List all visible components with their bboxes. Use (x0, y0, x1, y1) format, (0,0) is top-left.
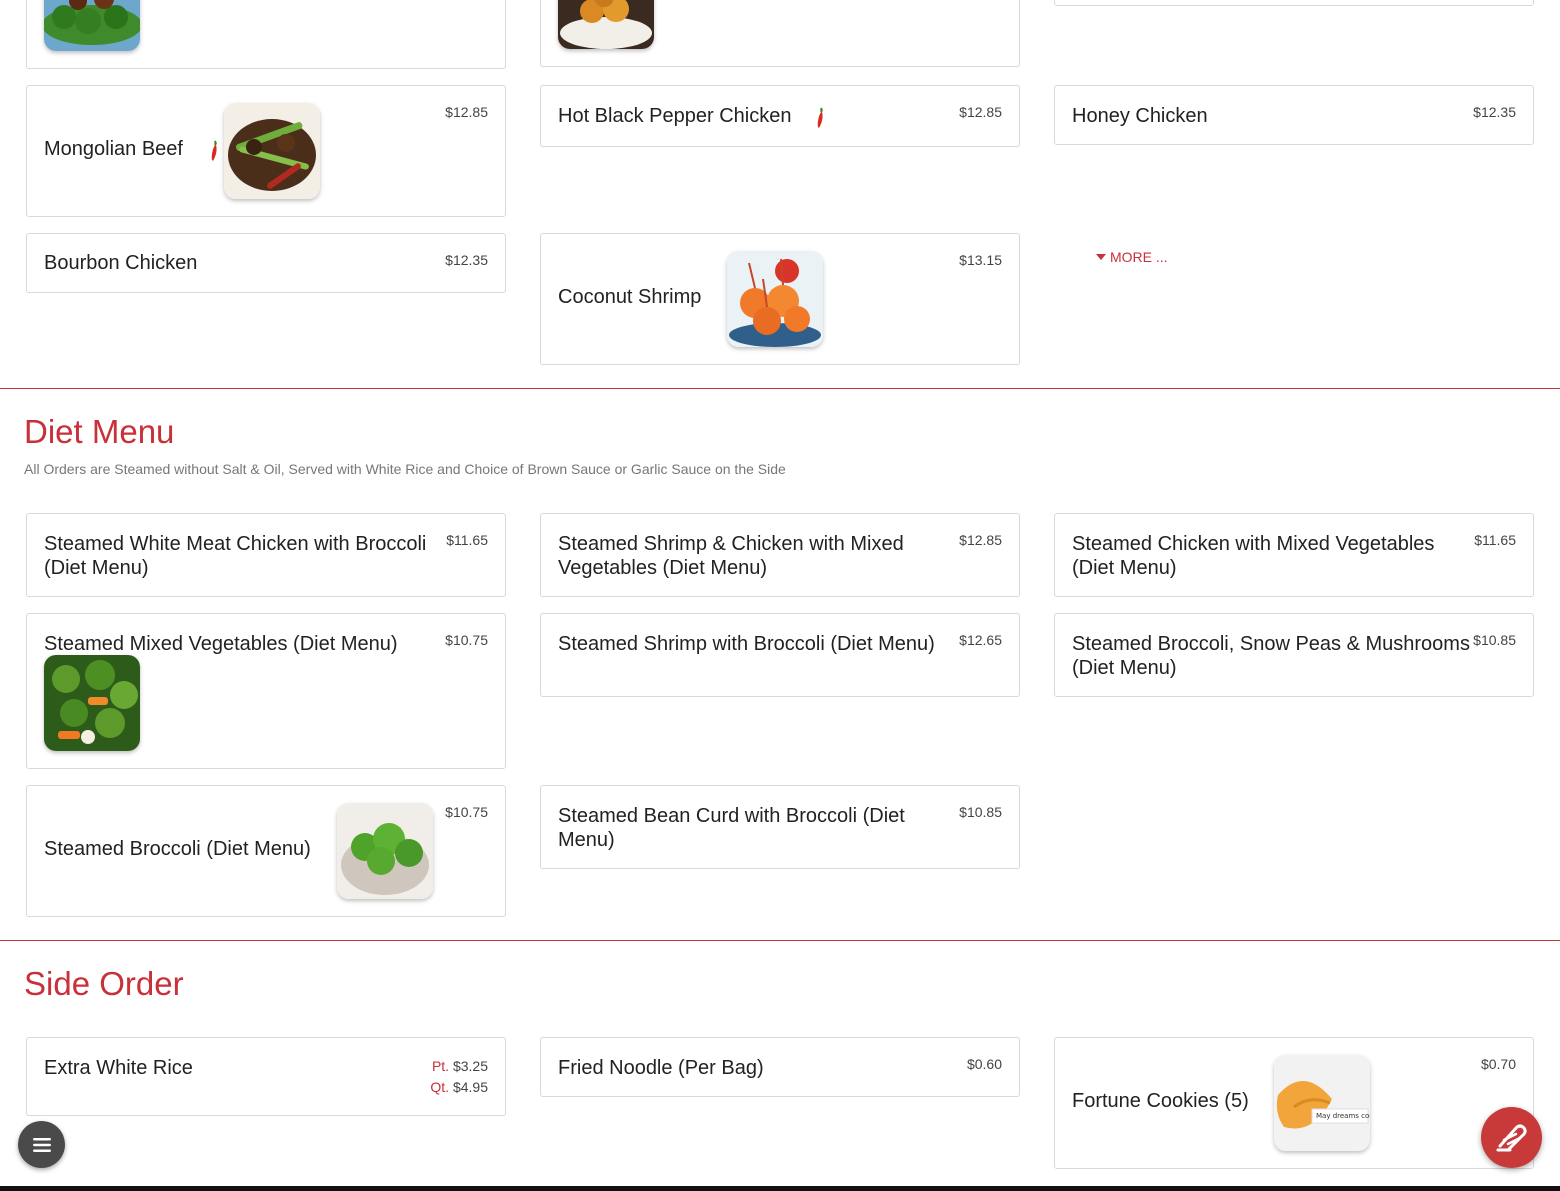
item-price: $12.35 (445, 252, 488, 268)
spicy-chili-icon (817, 107, 823, 128)
section-divider (0, 388, 1560, 389)
order-online-icon (1496, 1124, 1527, 1151)
more-label: MORE ... (1110, 249, 1168, 265)
mongolian-beef-photo (224, 103, 320, 199)
menu-item-card[interactable]: Steamed White Meat Chicken with Broccoli… (26, 513, 506, 597)
hamburger-menu-icon (32, 1137, 51, 1152)
size-price-row: Qt. $4.95 (430, 1077, 488, 1098)
item-price: $4.95 (452, 1079, 488, 1095)
menu-item-card[interactable]: Coconut Shrimp $13.15 (540, 233, 1020, 365)
menu-item-card[interactable]: Steamed Shrimp with Broccoli (Diet Menu)… (540, 613, 1020, 697)
item-price: $10.75 (445, 632, 488, 648)
spicy-chili-icon (211, 140, 217, 161)
item-name: Extra White Rice (44, 1057, 193, 1079)
item-price: $12.85 (959, 532, 1002, 548)
size-label: Pt. (431, 1058, 450, 1074)
item-name: Steamed Broccoli (Diet Menu) (44, 838, 311, 860)
section-divider (0, 940, 1560, 941)
chevron-down-icon (1096, 254, 1106, 260)
item-price: $12.35 (1473, 104, 1516, 120)
menu-item-card[interactable]: Hot Black Pepper Chicken $12.85 (540, 85, 1020, 147)
section-title-side-order: Side Order (24, 965, 184, 1002)
size-price-row: Pt. $3.25 (430, 1056, 488, 1077)
menu-item-card[interactable]: Steamed Mixed Vegetables (Diet Menu) $10… (26, 613, 506, 769)
item-name: Steamed Shrimp with Broccoli (Diet Menu) (558, 633, 935, 655)
section-description: All Orders are Steamed without Salt & Oi… (24, 461, 786, 477)
item-price: $10.75 (445, 804, 488, 820)
menu-item-card[interactable]: Steamed Chicken with Mixed Vegetables (D… (1054, 513, 1534, 597)
item-price: $0.60 (966, 1056, 1002, 1072)
item-name: Bourbon Chicken (44, 252, 198, 274)
item-name: Steamed Broccoli, Snow Peas & Mushrooms … (1072, 633, 1470, 679)
item-price: $10.85 (1473, 632, 1516, 648)
item-name: Steamed Mixed Vegetables (Diet Menu) (44, 633, 398, 655)
item-name: Steamed Shrimp & Chicken with Mixed Vege… (558, 533, 904, 579)
item-price: $11.65 (446, 532, 488, 548)
item-price: $12.85 (959, 104, 1002, 120)
menu-item-card[interactable]: Fried Noodle (Per Bag) $0.60 (540, 1037, 1020, 1097)
coconut-shrimp-photo (727, 251, 823, 347)
menu-item-card-partial[interactable] (26, 0, 506, 69)
menu-item-card[interactable]: Mongolian Beef $12.85 (26, 85, 506, 217)
more-link[interactable]: MORE ... (1096, 249, 1168, 265)
menu-item-card-partial[interactable] (540, 0, 1020, 67)
item-price: $12.85 (445, 104, 488, 120)
menu-item-card-partial[interactable] (1054, 0, 1534, 6)
item-name: Fried Noodle (Per Bag) (558, 1057, 764, 1079)
item-name: Steamed Chicken with Mixed Vegetables (D… (1072, 533, 1435, 579)
item-name: Steamed Bean Curd with Broccoli (Diet Me… (558, 805, 905, 851)
menu-item-card[interactable]: Fortune Cookies (5) May dreams come $0.7… (1054, 1037, 1534, 1169)
item-name: Steamed White Meat Chicken with Broccoli… (44, 533, 427, 579)
menu-toggle-button[interactable] (18, 1121, 65, 1168)
menu-item-card[interactable]: Steamed Broccoli, Snow Peas & Mushrooms … (1054, 613, 1534, 697)
size-price-list: Pt. $3.25 Qt. $4.95 (430, 1056, 488, 1098)
menu-item-card[interactable]: Honey Chicken $12.35 (1054, 85, 1534, 145)
broccoli-beef-photo (44, 0, 140, 51)
section-title-diet-menu: Diet Menu (24, 413, 175, 450)
item-name: Honey Chicken (1072, 105, 1208, 127)
item-price: $13.15 (959, 252, 1002, 268)
chicken-rice-photo (558, 0, 654, 49)
item-name: Coconut Shrimp (558, 286, 702, 308)
broccoli-photo (337, 803, 433, 899)
item-name: Fortune Cookies (5) (1072, 1090, 1249, 1112)
item-price: $0.70 (1480, 1056, 1516, 1072)
order-online-button[interactable] (1481, 1107, 1542, 1168)
cookie-paper-text: May dreams come (1316, 1112, 1370, 1120)
menu-item-card[interactable]: Steamed Shrimp & Chicken with Mixed Vege… (540, 513, 1020, 597)
item-price: $3.25 (452, 1058, 488, 1074)
item-price: $10.85 (959, 804, 1002, 820)
item-price: $11.65 (1474, 532, 1516, 548)
fortune-cookie-photo: May dreams come (1274, 1055, 1370, 1151)
menu-item-card[interactable]: Steamed Bean Curd with Broccoli (Diet Me… (540, 785, 1020, 869)
item-name: Hot Black Pepper Chicken (558, 105, 792, 127)
mixed-vegetables-photo (44, 655, 140, 751)
bottom-bar (0, 1186, 1560, 1191)
menu-item-card[interactable]: Extra White Rice Pt. $3.25 Qt. $4.95 (26, 1037, 506, 1116)
menu-item-card[interactable]: Bourbon Chicken $12.35 (26, 233, 506, 293)
size-label: Qt. (430, 1079, 450, 1095)
item-name: Mongolian Beef (44, 138, 183, 160)
menu-item-card[interactable]: Steamed Broccoli (Diet Menu) $10.75 (26, 785, 506, 917)
item-price: $12.65 (959, 632, 1002, 648)
